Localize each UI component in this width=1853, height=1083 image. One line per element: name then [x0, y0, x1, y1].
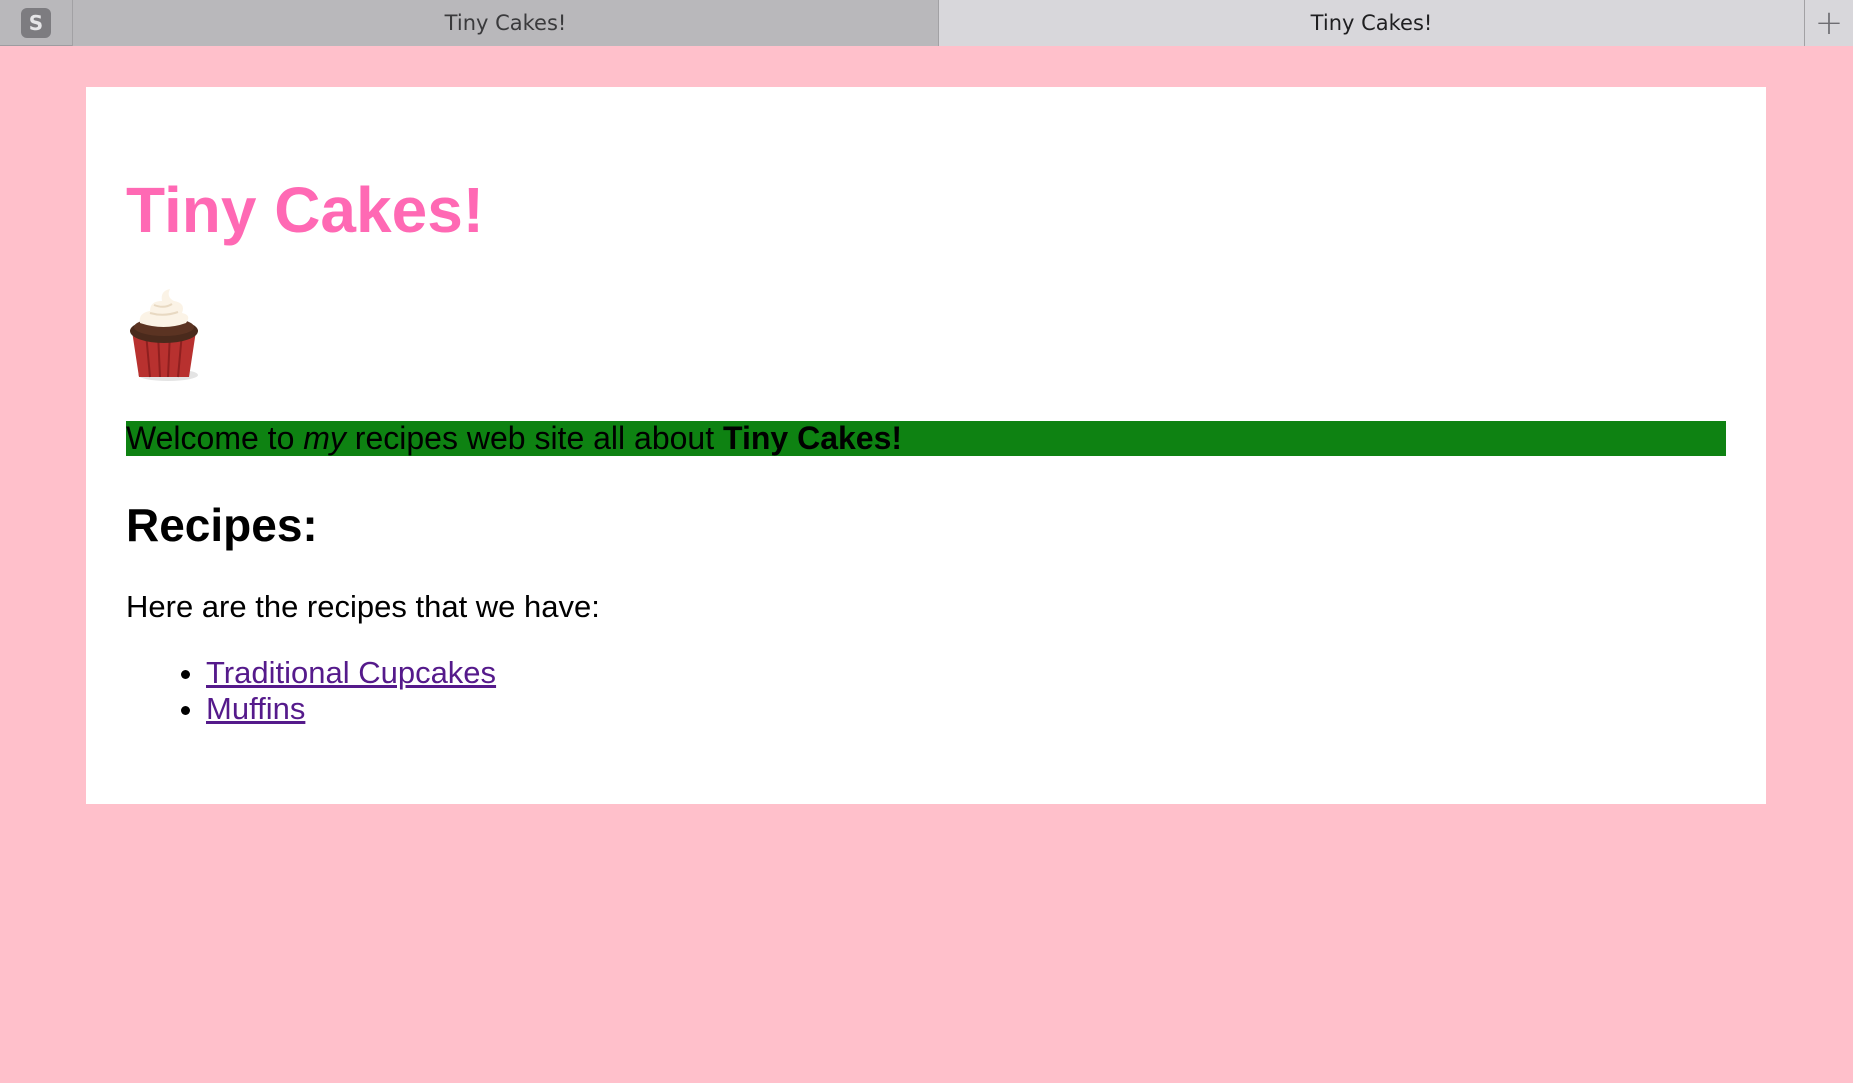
welcome-prefix: Welcome to: [126, 420, 304, 456]
cupcake-image: [130, 289, 198, 381]
recipe-list: Traditional Cupcakes Muffins: [126, 655, 496, 727]
welcome-banner: Welcome to my recipes web site all about…: [126, 421, 1726, 456]
page-content-card: Tiny Cakes! Welcome to my recipes web si…: [86, 87, 1766, 804]
recipe-link-traditional-cupcakes[interactable]: Traditional Cupcakes: [206, 655, 496, 690]
recipe-link-muffins[interactable]: Muffins: [206, 691, 305, 726]
tab-1[interactable]: Tiny Cakes!: [73, 0, 939, 46]
new-tab-button[interactable]: +: [1805, 0, 1853, 46]
page-title: Tiny Cakes!: [126, 174, 485, 246]
welcome-emphasis: my: [303, 420, 346, 456]
tab-bar: S Tiny Cakes! Tiny Cakes! +: [0, 0, 1853, 46]
welcome-middle: recipes web site all about: [345, 420, 723, 456]
tab-2[interactable]: Tiny Cakes!: [939, 0, 1805, 46]
list-item: Muffins: [206, 691, 496, 727]
app-icon: S: [21, 8, 51, 38]
recipes-heading: Recipes:: [126, 499, 318, 551]
welcome-strong: Tiny Cakes!: [723, 420, 903, 456]
list-item: Traditional Cupcakes: [206, 655, 496, 691]
plus-icon: +: [1814, 3, 1844, 43]
tab-2-label: Tiny Cakes!: [1310, 11, 1433, 35]
recipes-intro: Here are the recipes that we have:: [126, 589, 600, 624]
tab-1-label: Tiny Cakes!: [444, 11, 567, 35]
app-menu-button[interactable]: S: [0, 0, 73, 46]
